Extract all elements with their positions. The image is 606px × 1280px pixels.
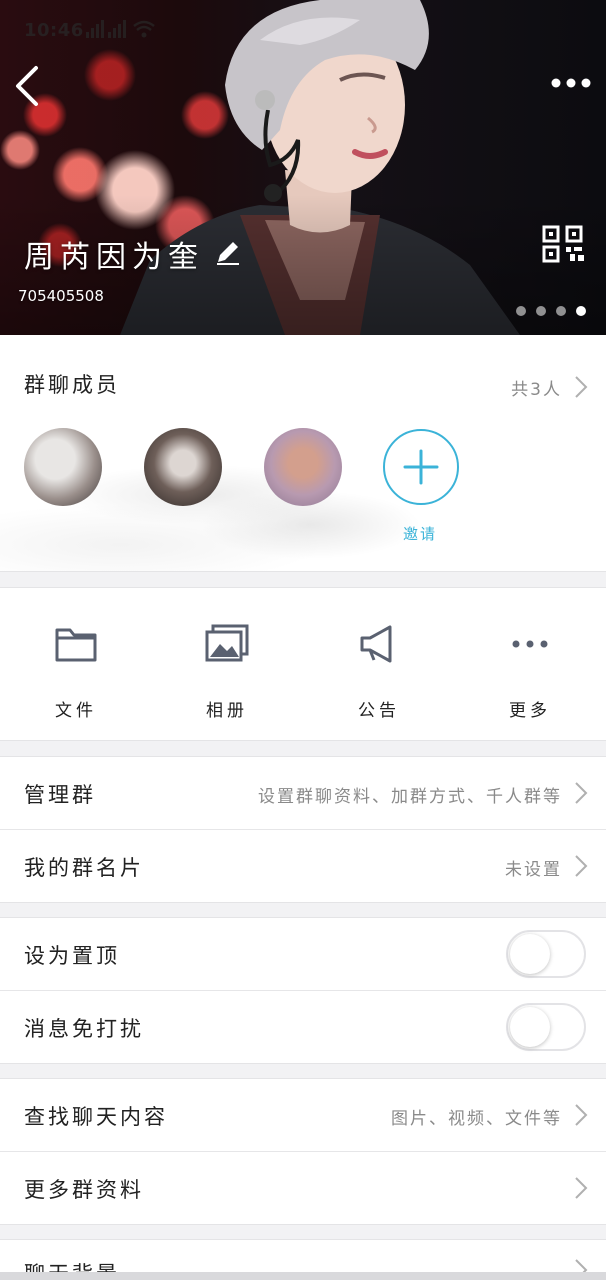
album-icon	[205, 624, 249, 662]
my-group-card-row[interactable]: 我的群名片 未设置	[0, 830, 606, 902]
pin-top-toggle[interactable]	[506, 930, 586, 978]
search-chat-label: 查找聊天内容	[24, 1105, 168, 1129]
album-label: 相册	[206, 701, 248, 721]
group-cover[interactable]: 10:46 周芮因为奎 705405508	[0, 0, 606, 335]
album-action[interactable]: 相册	[172, 624, 282, 724]
my-group-card-label: 我的群名片	[24, 856, 144, 880]
members-section: 群聊成员 共3人 邀请	[0, 335, 606, 571]
announcement-label: 公告	[358, 701, 400, 721]
mute-label: 消息免打扰	[24, 1017, 144, 1041]
quick-actions: 文件 相册 公告 更多	[0, 588, 606, 740]
group-name: 周芮因为奎	[24, 240, 204, 275]
pin-top-row: 设为置顶	[0, 918, 606, 990]
status-time: 10:46	[24, 20, 84, 41]
signal-wifi-icon	[86, 20, 155, 38]
invite-button[interactable]	[383, 429, 459, 505]
megaphone-icon	[360, 625, 392, 663]
files-label: 文件	[55, 701, 97, 721]
invite-label: 邀请	[403, 525, 438, 543]
pager-dot	[536, 306, 546, 316]
more-group-info-row[interactable]: 更多群资料	[0, 1152, 606, 1224]
section-gap	[0, 571, 606, 588]
member-avatar[interactable]	[24, 428, 102, 506]
more-group-info-label: 更多群资料	[24, 1178, 144, 1202]
chevron-right-icon	[575, 1104, 588, 1126]
members-title: 群聊成员	[24, 373, 120, 397]
cover-pager	[516, 306, 586, 316]
folder-icon	[55, 628, 97, 662]
section-gap	[0, 902, 606, 918]
group-id: 705405508	[18, 287, 104, 305]
pin-top-label: 设为置顶	[24, 944, 120, 968]
search-chat-hint: 图片、视频、文件等	[391, 1109, 562, 1129]
edit-name-icon[interactable]	[214, 238, 242, 266]
section-gap	[0, 740, 606, 757]
manage-group-row[interactable]: 管理群 设置群聊资料、加群方式、千人群等	[0, 757, 606, 829]
chevron-right-icon	[575, 782, 588, 804]
member-avatar[interactable]	[264, 428, 342, 506]
section-gap	[0, 1063, 606, 1079]
members-count[interactable]: 共3人	[511, 375, 562, 400]
plus-icon	[403, 449, 439, 485]
back-button[interactable]	[8, 62, 48, 110]
more-action[interactable]: 更多	[475, 624, 585, 724]
chevron-right-icon	[575, 1177, 588, 1199]
pager-dot-active	[576, 306, 586, 316]
more-dots-icon	[512, 640, 548, 648]
member-avatar[interactable]	[144, 428, 222, 506]
announcement-action[interactable]: 公告	[324, 624, 434, 724]
pager-dot	[556, 306, 566, 316]
chevron-right-icon[interactable]	[574, 375, 588, 399]
bottom-edge	[0, 1272, 606, 1280]
search-chat-row[interactable]: 查找聊天内容 图片、视频、文件等	[0, 1079, 606, 1151]
pager-dot	[516, 306, 526, 316]
chevron-right-icon	[575, 855, 588, 877]
manage-group-summary: 设置群聊资料、加群方式、千人群等	[258, 787, 562, 807]
mute-row: 消息免打扰	[0, 991, 606, 1063]
manage-group-label: 管理群	[24, 783, 96, 807]
mute-toggle[interactable]	[506, 1003, 586, 1051]
more-options-button[interactable]	[548, 70, 594, 96]
more-label: 更多	[509, 701, 551, 721]
qr-code-icon[interactable]	[540, 225, 588, 265]
my-group-card-value: 未设置	[505, 860, 562, 880]
section-gap	[0, 1224, 606, 1240]
files-action[interactable]: 文件	[21, 624, 131, 724]
